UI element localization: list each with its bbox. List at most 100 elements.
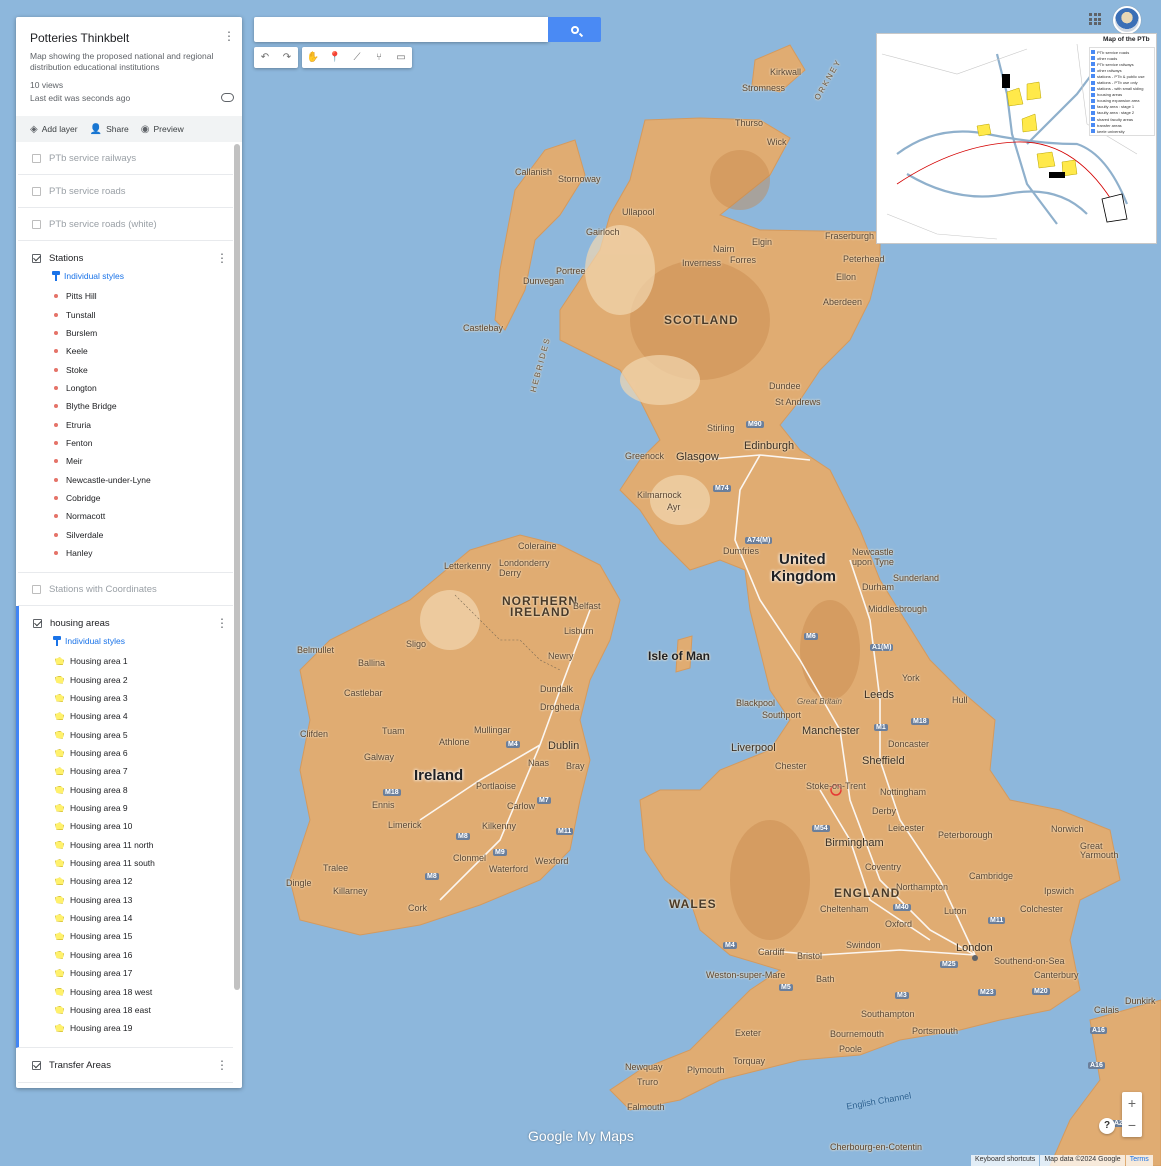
city-greenock: Greenock: [625, 451, 665, 461]
city-kirkwall: Kirkwall: [770, 67, 802, 77]
map-options-icon[interactable]: ⋮: [222, 29, 236, 43]
list-item[interactable]: Housing area 11 south: [33, 854, 233, 872]
list-item[interactable]: Newcastle-under-Lyne: [32, 470, 233, 488]
map-description[interactable]: Map showing the proposed national and re…: [30, 51, 226, 73]
list-item[interactable]: Keele: [32, 342, 233, 360]
list-item-label: Housing area 8: [70, 784, 128, 795]
city-cambridge: Cambridge: [969, 871, 1014, 881]
list-item[interactable]: Housing area 11 north: [33, 836, 233, 854]
layer-checkbox[interactable]: [32, 1060, 41, 1070]
list-item[interactable]: Blythe Bridge: [32, 397, 233, 415]
style-link[interactable]: Individual styles: [53, 636, 233, 647]
layer-checkbox[interactable]: [32, 219, 41, 229]
list-item-label: Housing area 16: [70, 949, 133, 960]
list-item[interactable]: Normacott: [32, 507, 233, 525]
list-item[interactable]: Housing area 18 west: [33, 982, 233, 1000]
list-item[interactable]: Housing area 17: [33, 964, 233, 982]
list-item[interactable]: Housing area 7: [33, 762, 233, 780]
layer-name[interactable]: Stations: [49, 253, 83, 264]
layer-options-icon[interactable]: ⋮: [215, 616, 229, 630]
terms-link[interactable]: Terms: [1125, 1155, 1153, 1166]
style-link[interactable]: Individual styles: [52, 271, 233, 281]
list-item[interactable]: Burslem: [32, 324, 233, 342]
layer-checkbox[interactable]: [32, 186, 41, 196]
list-item[interactable]: Stoke: [32, 360, 233, 378]
map-title[interactable]: Potteries Thinkbelt: [30, 31, 228, 45]
road-m7: M7: [537, 797, 551, 804]
help-icon[interactable]: ?: [1099, 1118, 1115, 1134]
search-icon: [570, 25, 579, 34]
map-tools: ↶ ↷ ✋ 📍 ⟋ ⑂ ▭: [254, 47, 412, 68]
city-cork: Cork: [408, 903, 428, 913]
marker-icon[interactable]: 📍: [324, 47, 346, 68]
polygon-icon: [55, 987, 64, 996]
list-item[interactable]: Housing area 9: [33, 799, 233, 817]
layer-checkbox[interactable]: [32, 253, 41, 263]
list-item[interactable]: Tunstall: [32, 305, 233, 323]
list-item[interactable]: Meir: [32, 452, 233, 470]
list-item[interactable]: Pitts Hill: [32, 287, 233, 305]
add-layer-label: Add layer: [41, 124, 78, 134]
draw-line-icon[interactable]: ⟋: [346, 47, 368, 68]
list-item[interactable]: Housing area 2: [33, 671, 233, 689]
list-item[interactable]: Silverdale: [32, 525, 233, 543]
list-item[interactable]: Housing area 14: [33, 909, 233, 927]
ruler-icon[interactable]: ▭: [390, 47, 412, 68]
zoom-in-button[interactable]: +: [1122, 1092, 1142, 1114]
list-item[interactable]: Cobridge: [32, 489, 233, 507]
share-button[interactable]: 👤 Share: [90, 124, 129, 135]
apps-grid-icon[interactable]: [1089, 13, 1101, 25]
polygon-icon: [55, 914, 64, 923]
search-input[interactable]: [254, 17, 548, 42]
hand-icon[interactable]: ✋: [302, 47, 324, 68]
layer-options-icon[interactable]: ⋮: [215, 251, 229, 265]
city-fraserburgh: Fraserburgh: [825, 231, 875, 241]
list-item[interactable]: Hanley: [32, 544, 233, 562]
layer-checkbox[interactable]: [33, 618, 42, 628]
checkbox-icon: [1091, 68, 1095, 73]
list-item[interactable]: Housing area 5: [33, 726, 233, 744]
list-item-label: Stoke: [66, 364, 88, 375]
directions-icon[interactable]: ⑂: [368, 47, 390, 68]
preview-button[interactable]: ◉ Preview: [141, 124, 184, 135]
list-item[interactable]: Housing area 3: [33, 689, 233, 707]
list-item[interactable]: Housing area 8: [33, 781, 233, 799]
list-item[interactable]: Housing area 19: [33, 1019, 233, 1037]
keyboard-shortcuts-link[interactable]: Keyboard shortcuts: [971, 1155, 1040, 1166]
layer-ptb-railways[interactable]: PTb service railways: [18, 142, 233, 175]
list-item[interactable]: Longton: [32, 379, 233, 397]
checkbox-icon: [1091, 104, 1095, 109]
redo-icon[interactable]: ↷: [276, 47, 298, 68]
list-item[interactable]: Housing area 15: [33, 927, 233, 945]
list-item[interactable]: Housing area 16: [33, 946, 233, 964]
list-item[interactable]: Housing area 10: [33, 817, 233, 835]
layer-checkbox[interactable]: [32, 153, 41, 163]
list-item[interactable]: Housing area 1: [33, 652, 233, 670]
polygon-icon: [55, 712, 64, 721]
list-item[interactable]: Housing area 4: [33, 707, 233, 725]
list-item[interactable]: Housing area 18 east: [33, 1001, 233, 1019]
layer-ptb-roads-white[interactable]: PTb service roads (white): [18, 208, 233, 241]
list-item[interactable]: Fenton: [32, 434, 233, 452]
panel-scrollbar[interactable]: [234, 144, 240, 990]
layer-name[interactable]: Transfer Areas: [49, 1060, 111, 1071]
road-m18-ie: M18: [383, 789, 401, 796]
layer-checkbox[interactable]: [32, 584, 41, 594]
layer-ptb-roads[interactable]: PTb service roads: [18, 175, 233, 208]
road-a74m: A74(M): [745, 537, 773, 544]
city-st-andrews: St Andrews: [775, 397, 821, 407]
city-coventry: Coventry: [865, 862, 902, 872]
road-m20: M20: [1032, 988, 1050, 995]
avatar[interactable]: [1113, 6, 1141, 34]
list-item[interactable]: Etruria: [32, 415, 233, 433]
list-item[interactable]: Housing area 13: [33, 891, 233, 909]
list-item[interactable]: Housing area 6: [33, 744, 233, 762]
undo-icon[interactable]: ↶: [254, 47, 276, 68]
layer-stations-coords[interactable]: Stations with Coordinates: [18, 573, 233, 607]
search-button[interactable]: [548, 17, 601, 42]
zoom-out-button[interactable]: −: [1122, 1114, 1142, 1136]
list-item[interactable]: Housing area 12: [33, 872, 233, 890]
add-layer-button[interactable]: ◈ Add layer: [30, 124, 78, 135]
layer-name[interactable]: housing areas: [50, 618, 110, 629]
layer-options-icon[interactable]: ⋮: [215, 1058, 229, 1072]
